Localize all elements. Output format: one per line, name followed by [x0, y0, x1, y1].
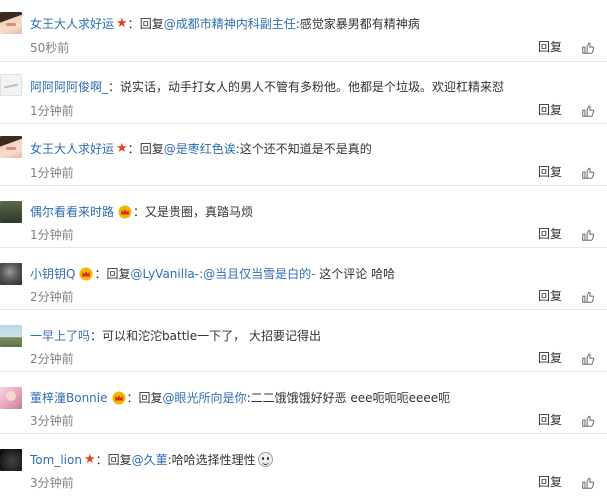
crown-badge-icon	[118, 205, 132, 218]
comment-item: 一早上了吗：可以和沱沱battle一下了， 大招要记得出 2分钟前 回复	[0, 310, 607, 372]
thumbs-up-icon[interactable]	[581, 104, 595, 118]
comment-item: Tom_lion ★：回复@久菫:哈哈选择性理性 3分钟前 回复	[0, 434, 607, 496]
username-link[interactable]: 董梓潼Bonnie	[30, 391, 108, 405]
comment-text: 说实话，动手打女人的男人不管有多粉他。他都是个垃圾。欢迎杠精来怼	[120, 80, 505, 94]
timestamp: 50秒前	[30, 41, 70, 55]
mention-link[interactable]: @久菫	[132, 453, 168, 467]
comment-item: 女王大人求好运 ★：回复@成都市精神内科副主任:感觉家暴男都有精神病 50秒前 回…	[0, 0, 607, 62]
username-link[interactable]: 阿阿阿阿俊啊_	[30, 80, 108, 94]
reply-prefix: 回复	[138, 391, 163, 405]
separator: ：	[90, 329, 103, 343]
comment-line: 女王大人求好运 ★：回复@是枣红色诶:这个还不知道是不是真的	[30, 141, 372, 157]
crown-badge-icon	[79, 267, 93, 280]
star-badge-icon: ★	[83, 451, 96, 467]
smile-emoji-icon	[257, 452, 273, 467]
star-badge-icon: ★	[116, 140, 128, 156]
thumbs-up-icon[interactable]	[581, 290, 595, 304]
separator: ：	[94, 267, 107, 281]
thumbs-up-icon[interactable]	[581, 414, 595, 428]
avatar[interactable]	[0, 12, 22, 34]
timestamp: 3分钟前	[30, 414, 74, 428]
separator: ：	[95, 453, 108, 467]
comment-line: Tom_lion ★：回复@久菫:哈哈选择性理性	[30, 452, 273, 468]
avatar[interactable]	[0, 449, 22, 471]
thumbs-up-icon[interactable]	[581, 166, 595, 180]
crown-badge-icon	[112, 391, 126, 404]
comment-text: 这个评论 哈哈	[315, 267, 396, 281]
comment-text: :二二饿饿饿好好恶 eee呃呃呃eeee呃	[246, 391, 451, 405]
separator: ：	[126, 391, 139, 405]
comment-line: 女王大人求好运 ★：回复@成都市精神内科副主任:感觉家暴男都有精神病	[30, 16, 420, 32]
mention-link[interactable]: @眼光所向是你	[163, 391, 247, 405]
reply-button[interactable]: 回复	[538, 475, 562, 489]
avatar[interactable]	[0, 136, 22, 158]
comment-text: 可以和沱沱battle一下了， 大招要记得出	[102, 329, 321, 343]
thumbs-up-icon[interactable]	[581, 476, 595, 490]
comment-item: 偶尔看看来时路 ：又是贵圈，真踏马烦 1分钟前 回复	[0, 186, 607, 248]
avatar[interactable]	[0, 74, 22, 96]
username-link[interactable]: Tom_lion	[30, 453, 82, 467]
reply-button[interactable]: 回复	[538, 40, 562, 54]
username-link[interactable]: 偶尔看看来时路	[30, 205, 114, 219]
comment-text: :哈哈选择性理性	[167, 453, 256, 467]
comment-list: 女王大人求好运 ★：回复@成都市精神内科副主任:感觉家暴男都有精神病 50秒前 回…	[0, 0, 607, 499]
comment-line: 一早上了吗：可以和沱沱battle一下了， 大招要记得出	[30, 328, 321, 344]
thumbs-up-icon[interactable]	[581, 352, 595, 366]
reply-button[interactable]: 回复	[538, 227, 562, 241]
reply-button[interactable]: 回复	[538, 351, 562, 365]
avatar[interactable]	[0, 325, 22, 347]
reply-button[interactable]: 回复	[538, 165, 562, 179]
thumbs-up-icon[interactable]	[581, 228, 595, 242]
comment-text: :感觉家暴男都有精神病	[295, 17, 420, 31]
username-link[interactable]: 一早上了吗	[30, 329, 90, 343]
comment-line: 小钥钥Q ：回复@LyVanilla-:@当且仅当雪是白的- 这个评论 哈哈	[30, 266, 395, 282]
timestamp: 1分钟前	[30, 228, 74, 242]
comment-text: :这个还不知道是不是真的	[235, 142, 372, 156]
comment-item: 女王大人求好运 ★：回复@是枣红色诶:这个还不知道是不是真的 1分钟前 回复	[0, 124, 607, 186]
timestamp: 2分钟前	[30, 290, 74, 304]
timestamp: 1分钟前	[30, 104, 74, 118]
comment-line: 偶尔看看来时路 ：又是贵圈，真踏马烦	[30, 204, 253, 220]
timestamp: 3分钟前	[30, 476, 74, 490]
reply-button[interactable]: 回复	[538, 413, 562, 427]
separator: ：	[127, 17, 140, 31]
mention-link[interactable]: @是枣红色诶	[164, 142, 236, 156]
timestamp: 1分钟前	[30, 166, 74, 180]
comment-text: 又是贵圈，真踏马烦	[145, 205, 254, 219]
reply-button[interactable]: 回复	[538, 289, 562, 303]
separator: ：	[108, 80, 121, 94]
avatar[interactable]	[0, 201, 22, 223]
username-link[interactable]: 女王大人求好运	[30, 17, 114, 31]
comment-item: 小钥钥Q ：回复@LyVanilla-:@当且仅当雪是白的- 这个评论 哈哈 2分…	[0, 248, 607, 310]
comment-line: 阿阿阿阿俊啊_：说实话，动手打女人的男人不管有多粉他。他都是个垃圾。欢迎杠精来怼	[30, 79, 504, 95]
separator: ：	[133, 205, 146, 219]
mention-link[interactable]: @LyVanilla-:@当且仅当雪是白的-	[130, 267, 315, 281]
avatar[interactable]	[0, 263, 22, 285]
reply-prefix: 回复	[139, 142, 164, 156]
avatar[interactable]	[0, 387, 22, 409]
timestamp: 2分钟前	[30, 352, 74, 366]
thumbs-up-icon[interactable]	[581, 41, 595, 55]
reply-prefix: 回复	[106, 267, 131, 281]
username-link[interactable]: 女王大人求好运	[30, 142, 114, 156]
mention-link[interactable]: @成都市精神内科副主任	[164, 17, 296, 31]
reply-button[interactable]: 回复	[538, 103, 562, 117]
comment-item: 阿阿阿阿俊啊_：说实话，动手打女人的男人不管有多粉他。他都是个垃圾。欢迎杠精来怼…	[0, 62, 607, 124]
comment-item: 董梓潼Bonnie ：回复@眼光所向是你:二二饿饿饿好好恶 eee呃呃呃eeee呃…	[0, 372, 607, 434]
comment-line: 董梓潼Bonnie ：回复@眼光所向是你:二二饿饿饿好好恶 eee呃呃呃eeee呃	[30, 390, 450, 406]
username-link[interactable]: 小钥钥Q	[30, 267, 75, 281]
separator: ：	[127, 142, 140, 156]
reply-prefix: 回复	[107, 453, 132, 467]
star-badge-icon: ★	[116, 15, 128, 31]
reply-prefix: 回复	[139, 17, 164, 31]
